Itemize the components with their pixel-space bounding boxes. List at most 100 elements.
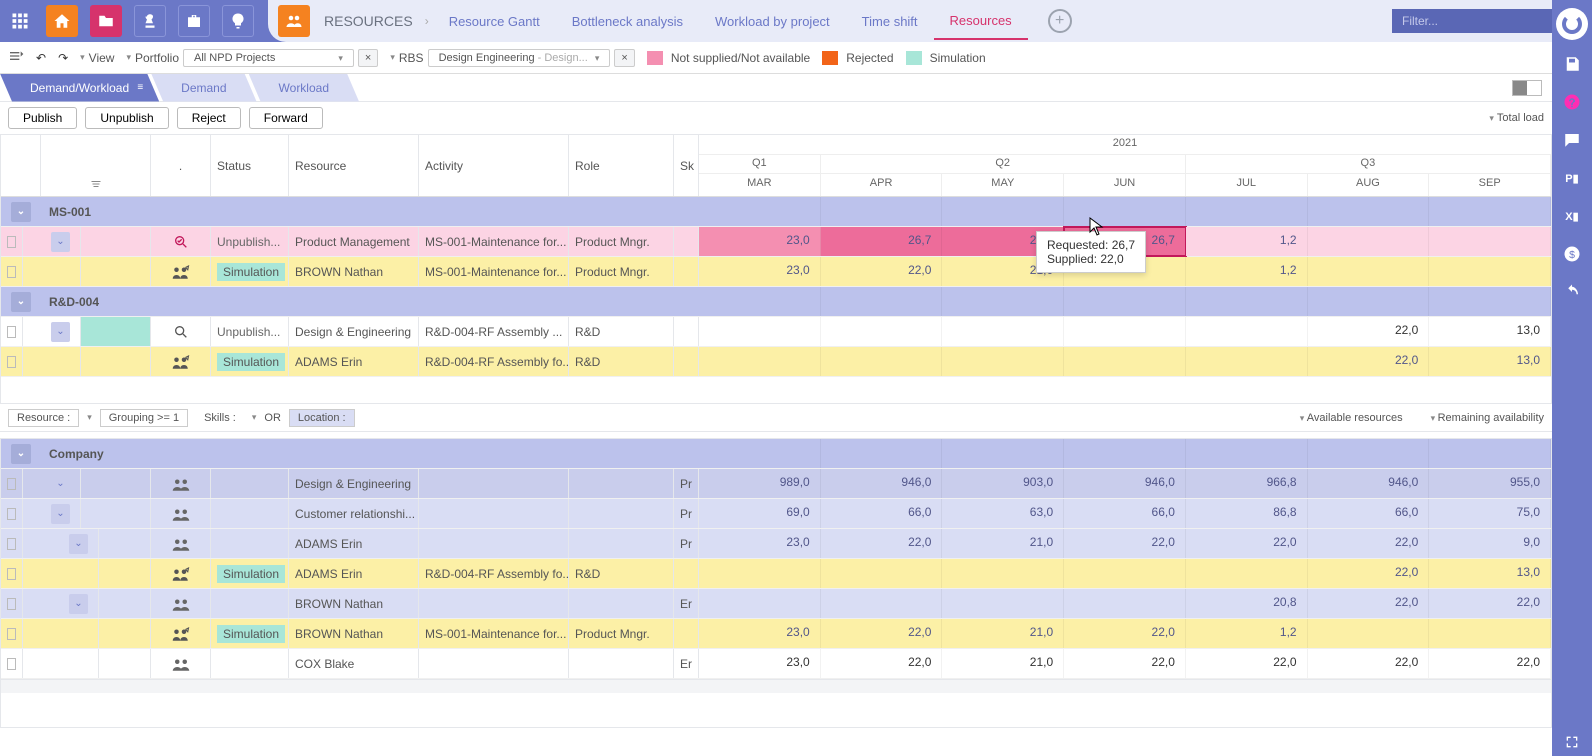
value-cell[interactable]: 9,0 [1429, 529, 1551, 558]
table-row[interactable]: Simulation BROWN Nathan MS-001-Maintenan… [1, 257, 1551, 287]
table-row[interactable]: ⌄ Company [1, 439, 1551, 469]
row-checkbox[interactable] [7, 478, 16, 490]
value-cell[interactable]: 1,2 [1186, 227, 1308, 256]
value-cell[interactable] [699, 559, 821, 588]
value-cell[interactable]: 22,0 [821, 619, 943, 648]
value-cell[interactable] [1308, 227, 1430, 256]
undo-toolbar-icon[interactable]: ↶ [36, 51, 46, 65]
value-cell[interactable]: 22,0 [821, 649, 943, 678]
collapse-icon[interactable]: ⌄ [51, 504, 70, 524]
settings-icon[interactable] [8, 48, 24, 67]
row-checkbox[interactable] [7, 628, 16, 640]
value-cell[interactable] [1064, 559, 1186, 588]
scrollbar[interactable] [1, 679, 1551, 693]
value-cell[interactable]: 22,0 [1308, 347, 1430, 376]
value-cell[interactable]: 966,8 [1186, 469, 1308, 498]
table-row[interactable]: ⌄ R&D-004 [1, 287, 1551, 317]
unpublish-button[interactable]: Unpublish [85, 107, 168, 129]
row-checkbox[interactable] [7, 598, 16, 610]
location-filter[interactable]: Location : [289, 409, 355, 427]
remaining-availability-dropdown[interactable]: ▾ Remaining availability [1431, 412, 1544, 424]
columns-menu-icon[interactable] [88, 178, 104, 190]
rbs-dropdown[interactable]: Design Engineering - Design... ▾ [428, 49, 611, 67]
value-cell[interactable]: 13,0 [1429, 559, 1551, 588]
row-checkbox[interactable] [7, 538, 16, 550]
excel-icon[interactable]: X▮ [1558, 202, 1586, 230]
view-label[interactable]: View [89, 51, 115, 65]
table-row[interactable]: Simulation BROWN Nathan MS-001-Maintenan… [1, 619, 1551, 649]
save-icon[interactable] [1558, 50, 1586, 78]
money-icon[interactable]: $ [1558, 240, 1586, 268]
nav-bottleneck[interactable]: Bottleneck analysis [556, 14, 699, 29]
value-cell[interactable]: 86,8 [1186, 499, 1308, 528]
value-cell[interactable] [942, 347, 1064, 376]
value-cell[interactable] [1064, 347, 1186, 376]
row-checkbox[interactable] [7, 568, 16, 580]
row-checkbox[interactable] [7, 508, 16, 520]
value-cell[interactable]: 66,0 [821, 499, 943, 528]
value-cell[interactable] [1429, 257, 1551, 286]
value-cell[interactable] [1064, 589, 1186, 618]
value-cell[interactable]: 20,8 [1186, 589, 1308, 618]
nav-resources[interactable]: Resources [934, 13, 1028, 40]
header-role[interactable]: Role [569, 135, 674, 196]
expand-icon[interactable] [1558, 728, 1586, 756]
value-cell[interactable] [821, 559, 943, 588]
value-cell[interactable]: 1,2 [1186, 619, 1308, 648]
value-cell[interactable]: 22,0 [1308, 589, 1430, 618]
value-cell[interactable] [1308, 257, 1430, 286]
value-cell[interactable]: 22,0 [1429, 589, 1551, 618]
value-cell[interactable] [821, 347, 943, 376]
value-cell[interactable]: 22,0 [1429, 649, 1551, 678]
row-checkbox[interactable] [7, 266, 16, 278]
value-cell[interactable]: 23,0 [699, 529, 821, 558]
value-cell[interactable]: 66,0 [1308, 499, 1430, 528]
message-icon[interactable] [1558, 126, 1586, 154]
header-status[interactable]: Status [211, 135, 289, 196]
collapse-icon[interactable]: ⌄ [11, 292, 31, 312]
value-cell[interactable]: 23,0 [699, 649, 821, 678]
portfolio-close[interactable]: × [358, 49, 378, 67]
value-cell[interactable] [942, 317, 1064, 346]
value-cell[interactable]: 23,0 [699, 257, 821, 286]
value-cell[interactable] [1186, 347, 1308, 376]
table-row[interactable]: ⌄ MS-001 [1, 197, 1551, 227]
value-cell[interactable]: 63,0 [942, 499, 1064, 528]
value-cell[interactable] [1186, 559, 1308, 588]
rbs-close[interactable]: × [614, 49, 634, 67]
value-cell[interactable]: 22,0 [1308, 529, 1430, 558]
row-checkbox[interactable] [7, 236, 16, 248]
value-cell[interactable]: 26,7 [821, 227, 943, 256]
value-cell[interactable]: 22,0 [1186, 649, 1308, 678]
value-cell[interactable]: 22,0 [1064, 649, 1186, 678]
grouping-filter[interactable]: Grouping >= 1 [100, 409, 188, 427]
briefcase-icon[interactable] [178, 5, 210, 37]
tab-demand[interactable]: Demand [151, 74, 256, 102]
value-cell[interactable] [942, 589, 1064, 618]
available-resources-dropdown[interactable]: ▾ Available resources [1300, 412, 1403, 424]
value-cell[interactable]: 13,0 [1429, 317, 1551, 346]
header-resource[interactable]: Resource [289, 135, 419, 196]
table-row[interactable]: ⌄ BROWN Nathan Er 20,822,022,0 [1, 589, 1551, 619]
table-row[interactable]: Simulation ADAMS Erin R&D-004-RF Assembl… [1, 347, 1551, 377]
forward-button[interactable]: Forward [249, 107, 323, 129]
header-skills[interactable]: Sk [674, 135, 699, 196]
value-cell[interactable] [942, 559, 1064, 588]
value-cell[interactable] [699, 317, 821, 346]
row-checkbox[interactable] [7, 326, 16, 338]
publish-button[interactable]: Publish [8, 107, 77, 129]
undo-icon[interactable] [1558, 278, 1586, 306]
nav-time-shift[interactable]: Time shift [846, 14, 934, 29]
total-load-dropdown[interactable]: ▾Total load [1489, 112, 1544, 124]
collapse-icon[interactable]: ⌄ [69, 534, 88, 554]
value-cell[interactable]: 22,0 [1186, 529, 1308, 558]
header-activity[interactable]: Activity [419, 135, 569, 196]
add-tab-button[interactable]: + [1048, 9, 1072, 33]
app-grid-icon[interactable] [0, 0, 40, 42]
table-row[interactable]: ⌄ ADAMS Erin Pr 23,022,021,022,022,022,0… [1, 529, 1551, 559]
collapse-icon[interactable]: ⌄ [11, 202, 31, 222]
collapse-icon[interactable]: ⌄ [51, 232, 70, 252]
value-cell[interactable]: 946,0 [821, 469, 943, 498]
value-cell[interactable]: 66,0 [1064, 499, 1186, 528]
table-row[interactable]: ⌄ Customer relationshi... Pr 69,066,063,… [1, 499, 1551, 529]
